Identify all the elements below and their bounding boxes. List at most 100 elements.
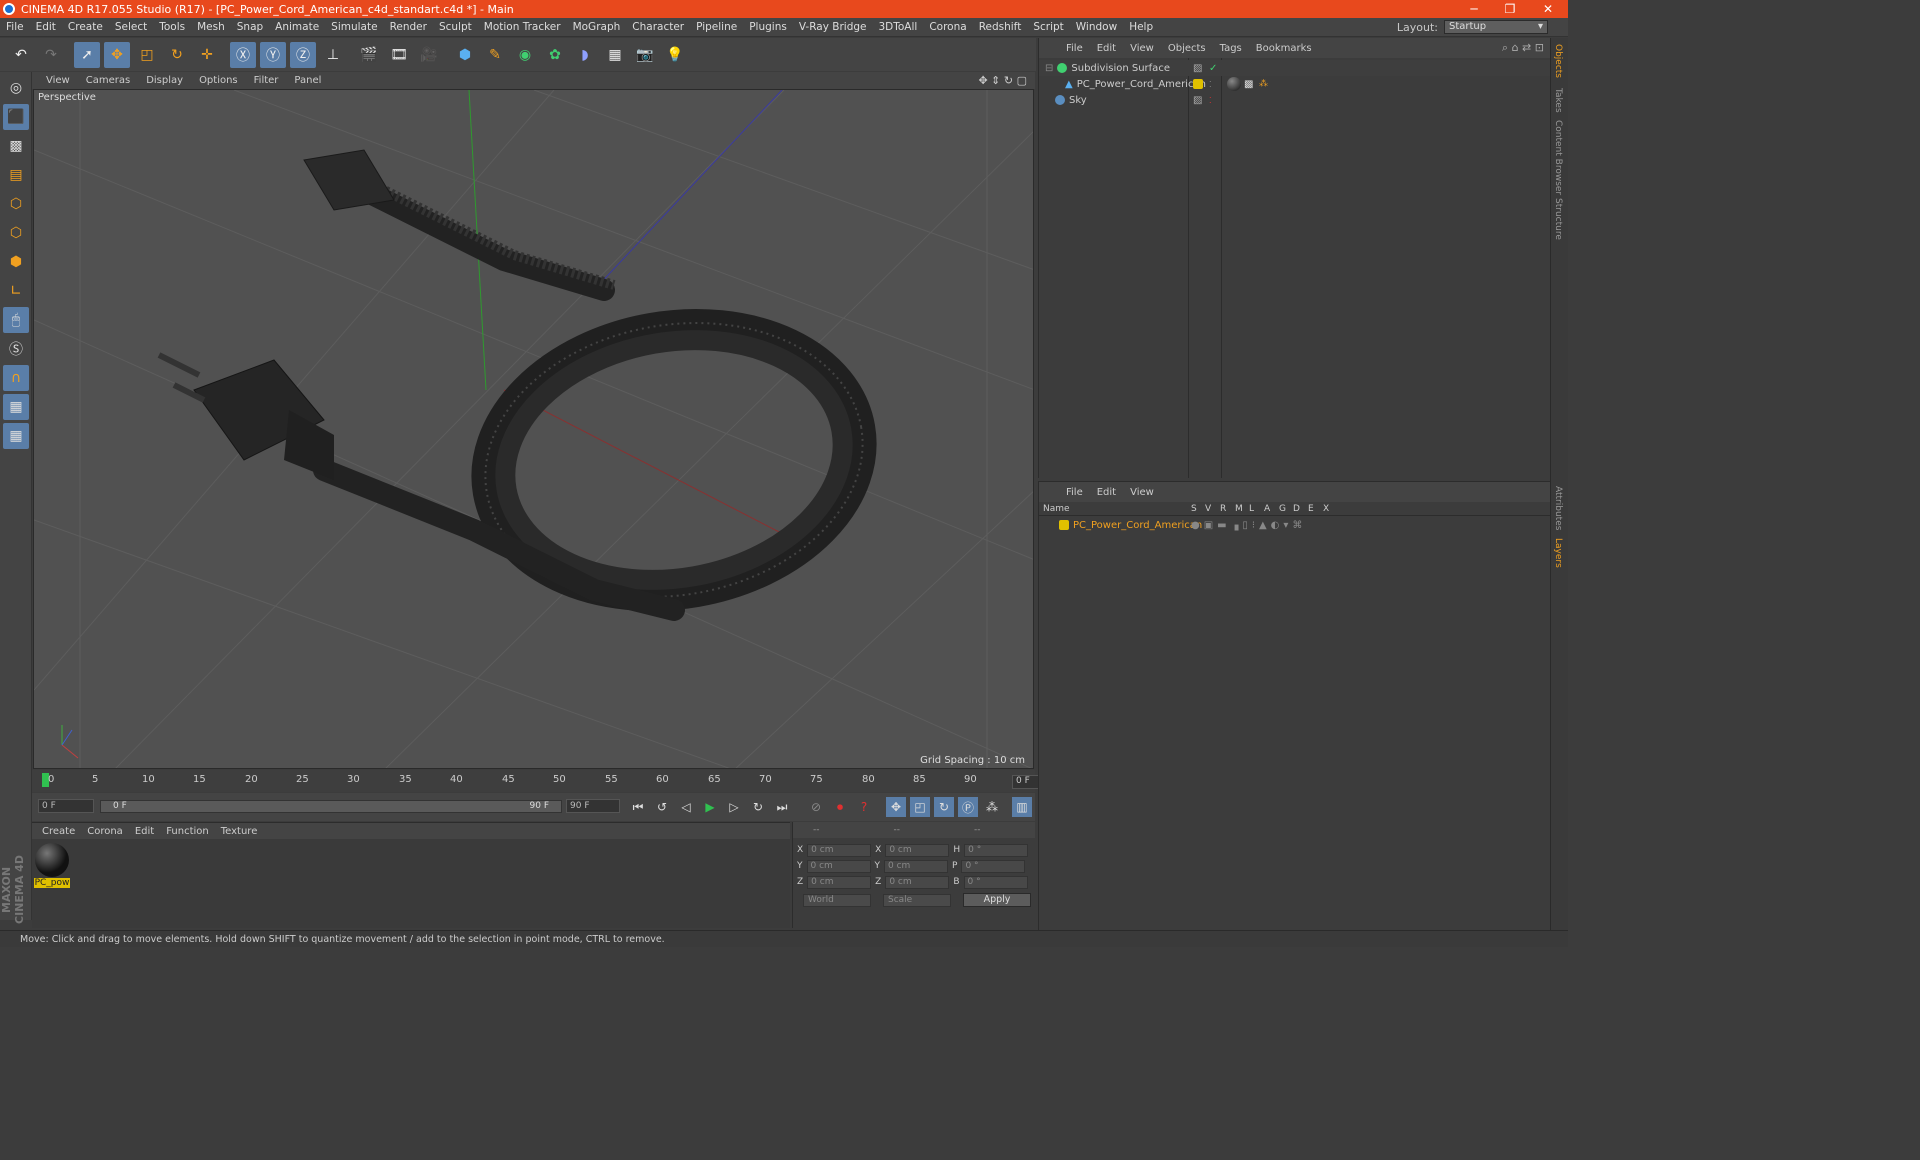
- size-y-field[interactable]: 0 cm: [884, 859, 948, 873]
- objects-menu-edit[interactable]: Edit: [1090, 43, 1123, 54]
- objects-menu-objects[interactable]: Objects: [1161, 43, 1213, 54]
- edges-mode-icon[interactable]: ⬡: [3, 220, 29, 246]
- locked-workplane-icon[interactable]: ▦: [3, 394, 29, 420]
- maximize-button[interactable]: ❐: [1492, 0, 1528, 18]
- size-z-field[interactable]: 0 cm: [885, 875, 950, 889]
- planar-workplane-icon[interactable]: ▦: [3, 423, 29, 449]
- viewport-nav-icons[interactable]: ✥ ⇕ ↻ ▢: [978, 74, 1027, 87]
- material-tag-icon[interactable]: [1227, 77, 1241, 91]
- select-arrow-icon[interactable]: ➚: [74, 41, 100, 68]
- menu-edit[interactable]: Edit: [30, 21, 62, 33]
- menu-character[interactable]: Character: [626, 21, 690, 33]
- rotation-b-field[interactable]: 0 °: [963, 875, 1028, 889]
- x-axis-icon[interactable]: Ⓧ: [230, 41, 256, 68]
- camera-icon[interactable]: 📷: [632, 42, 658, 68]
- menu-motion-tracker[interactable]: Motion Tracker: [478, 21, 567, 33]
- tab-structure[interactable]: Structure: [1553, 198, 1563, 240]
- coordinate-system-icon[interactable]: ⊥: [320, 42, 346, 68]
- menu-render[interactable]: Render: [384, 21, 433, 33]
- tag-icon[interactable]: ⁂: [1259, 79, 1268, 89]
- layer-color-icon[interactable]: [1193, 79, 1203, 89]
- z-axis-icon[interactable]: Ⓩ: [290, 41, 316, 68]
- undo-icon[interactable]: ↶: [8, 42, 34, 68]
- visibility-dots-icon[interactable]: ▨: [1193, 63, 1202, 74]
- rotate-icon[interactable]: ↻: [164, 42, 190, 68]
- layers-menu-file[interactable]: File: [1059, 487, 1090, 498]
- key-position-icon[interactable]: ✥: [886, 797, 906, 817]
- scale-dropdown[interactable]: Scale: [883, 894, 951, 907]
- position-y-field[interactable]: 0 cm: [806, 859, 871, 873]
- menu-vray-bridge[interactable]: V-Ray Bridge: [793, 21, 873, 33]
- key-pla-icon[interactable]: ⁂: [982, 797, 1002, 817]
- polygons-mode-icon[interactable]: ⬢: [3, 249, 29, 275]
- previous-key-icon[interactable]: ↺: [652, 797, 672, 817]
- visibility-dots-icon[interactable]: ⁚: [1209, 80, 1212, 89]
- material-menu-texture[interactable]: Texture: [215, 826, 264, 837]
- uvw-tag-icon[interactable]: ▩: [1244, 79, 1253, 90]
- enabled-check-icon[interactable]: ✓: [1209, 63, 1217, 74]
- menu-sculpt[interactable]: Sculpt: [433, 21, 478, 33]
- disabled-dots-icon[interactable]: ⁚: [1209, 96, 1212, 105]
- render-settings-icon[interactable]: 🎥: [416, 42, 442, 68]
- keyframe-selection-icon[interactable]: ?: [854, 797, 874, 817]
- key-scale-icon[interactable]: ◰: [910, 797, 930, 817]
- axis-mode-icon[interactable]: ∟: [3, 278, 29, 304]
- viewport-menu-view[interactable]: View: [38, 75, 78, 86]
- go-to-end-icon[interactable]: ⏭: [772, 797, 792, 817]
- layer-row[interactable]: PC_Power_Cord_American ●▣▬▗▯⁝▲◐▾⌘: [1039, 517, 1551, 533]
- menu-simulate[interactable]: Simulate: [325, 21, 383, 33]
- scale-icon[interactable]: ◰: [134, 42, 160, 68]
- search-icon[interactable]: ⌕ ⌂ ⇄ ⊡: [1502, 41, 1544, 55]
- timeline-window-icon[interactable]: ▥: [1012, 797, 1032, 817]
- object-row[interactable]: ⊟ Subdivision Surface ▨ ✓: [1039, 60, 1551, 76]
- light-icon[interactable]: 💡: [662, 42, 688, 68]
- objects-menu-tags[interactable]: Tags: [1213, 43, 1249, 54]
- position-x-field[interactable]: 0 cm: [807, 843, 872, 857]
- menu-corona[interactable]: Corona: [923, 21, 972, 33]
- viewport-menu-filter[interactable]: Filter: [246, 75, 287, 86]
- redo-icon[interactable]: ↷: [38, 42, 64, 68]
- y-axis-icon[interactable]: Ⓨ: [260, 41, 286, 68]
- menu-animate[interactable]: Animate: [269, 21, 325, 33]
- material-menu-create[interactable]: Create: [36, 826, 81, 837]
- next-frame-icon[interactable]: ▷: [724, 797, 744, 817]
- render-view-icon[interactable]: 🎬: [356, 42, 382, 68]
- move-icon[interactable]: ✥: [104, 41, 130, 68]
- texture-mode-icon[interactable]: ▩: [3, 133, 29, 159]
- layer-flag-icons[interactable]: ●▣▬▗▯⁝▲◐▾⌘: [1191, 520, 1306, 531]
- key-parameter-icon[interactable]: Ⓟ: [958, 797, 978, 817]
- next-key-icon[interactable]: ↻: [748, 797, 768, 817]
- object-row[interactable]: Sky ▨ ⁚: [1039, 92, 1551, 108]
- points-mode-icon[interactable]: ⬡: [3, 191, 29, 217]
- viewport-menu-options[interactable]: Options: [191, 75, 246, 86]
- menu-file[interactable]: File: [0, 21, 30, 33]
- menu-mesh[interactable]: Mesh: [191, 21, 231, 33]
- frame-range-slider[interactable]: 0 F 90 F: [100, 800, 562, 813]
- previous-frame-icon[interactable]: ◁: [676, 797, 696, 817]
- apply-button[interactable]: Apply: [963, 893, 1031, 907]
- rotation-p-field[interactable]: 0 °: [961, 859, 1026, 873]
- spline-pen-icon[interactable]: ✎: [482, 42, 508, 68]
- viewport-menu-display[interactable]: Display: [138, 75, 191, 86]
- viewport-menu-panel[interactable]: Panel: [286, 75, 329, 86]
- workplane-mode-icon[interactable]: ▤: [3, 162, 29, 188]
- menu-script[interactable]: Script: [1027, 21, 1069, 33]
- solo-mode-icon[interactable]: Ⓢ: [3, 336, 29, 362]
- menu-3dtoall[interactable]: 3DToAll: [872, 21, 923, 33]
- cube-primitive-icon[interactable]: ⬢: [452, 42, 478, 68]
- layers-menu-edit[interactable]: Edit: [1090, 487, 1123, 498]
- record-keys-icon[interactable]: ⊘: [806, 797, 826, 817]
- tab-takes[interactable]: Takes: [1553, 88, 1563, 113]
- material-menu-edit[interactable]: Edit: [129, 826, 160, 837]
- layer-color-icon[interactable]: [1059, 520, 1069, 530]
- deformer-icon[interactable]: ◗: [572, 42, 598, 68]
- floor-icon[interactable]: ▦: [602, 42, 628, 68]
- menu-redshift[interactable]: Redshift: [973, 21, 1028, 33]
- tweak-mode-icon[interactable]: 🖱: [3, 307, 29, 333]
- tab-objects[interactable]: Objects: [1553, 44, 1563, 78]
- object-row[interactable]: ▲ PC_Power_Cord_American ⁚ ▩ ⁂: [1039, 76, 1551, 92]
- rotation-h-field[interactable]: 0 °: [964, 843, 1029, 857]
- transform-icon[interactable]: ✛: [194, 42, 220, 68]
- menu-help[interactable]: Help: [1123, 21, 1159, 33]
- tab-layers[interactable]: Layers: [1553, 538, 1563, 568]
